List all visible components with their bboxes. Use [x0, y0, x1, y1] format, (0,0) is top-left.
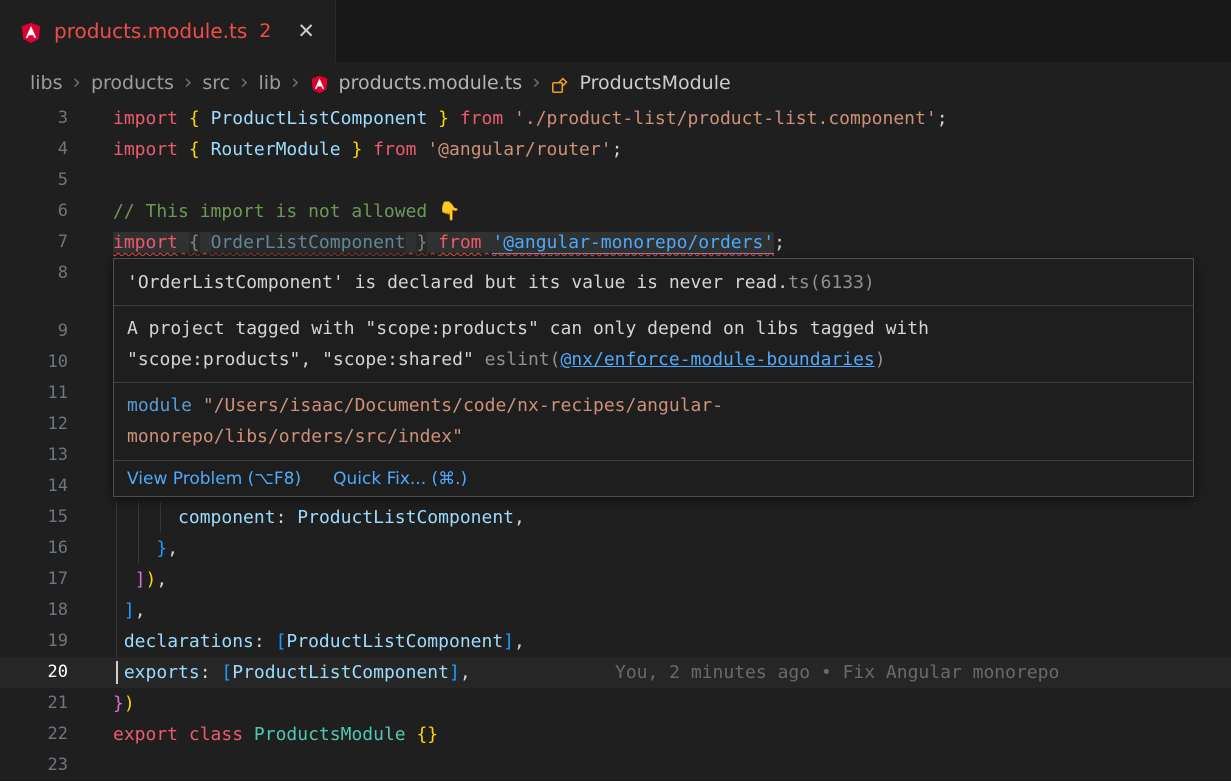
line-number: 13	[0, 440, 68, 471]
code-line-22[interactable]: 22 export class ProductsModule {}	[0, 719, 1231, 750]
breadcrumb-item-products[interactable]: products	[91, 72, 174, 94]
module-path-line2: monorepo/libs/orders/src/index"	[127, 421, 1180, 452]
code-text: export class ProductsModule {}	[113, 719, 438, 750]
line-number: 7	[0, 227, 68, 258]
chevron-right-icon: ›	[291, 72, 299, 93]
breadcrumb-file[interactable]: products.module.ts	[339, 72, 523, 94]
chevron-right-icon: ›	[532, 72, 540, 93]
code-text: import { ProductListComponent } from './…	[113, 103, 948, 134]
editor[interactable]: 'OrderListComponent' is declared but its…	[0, 103, 1231, 780]
tab-title: products.module.ts	[54, 19, 247, 43]
eslint-error-line1: A project tagged with "scope:products" c…	[127, 313, 1180, 344]
line-number: 12	[0, 409, 68, 440]
code-line-3[interactable]: 3 import { ProductListComponent } from '.…	[0, 103, 1231, 134]
ts-error-message: 'OrderListComponent' is declared but its…	[127, 267, 788, 298]
tab-products-module[interactable]: products.module.ts 2 ✕	[0, 0, 336, 62]
hover-module-info-section: module "/Users/isaac/Documents/code/nx-r…	[114, 383, 1193, 461]
code-line-4[interactable]: 4 import { RouterModule } from '@angular/…	[0, 134, 1231, 165]
code-text: declarations: [ProductListComponent],	[113, 626, 525, 657]
code-line-6[interactable]: 6 // This import is not allowed 👇	[0, 196, 1231, 227]
code-line-17[interactable]: 17 ]),	[0, 564, 1231, 595]
code-line-19[interactable]: 19 declarations: [ProductListComponent],	[0, 626, 1231, 657]
hover-eslint-error-section: A project tagged with "scope:products" c…	[114, 306, 1193, 383]
quick-fix-button[interactable]: Quick Fix... (⌘.)	[333, 469, 467, 489]
code-line-5[interactable]: 5	[0, 165, 1231, 196]
line-number: 15	[0, 502, 68, 533]
ts-error-code: ts(6133)	[788, 267, 875, 298]
line-number: 18	[0, 595, 68, 626]
hover-ts-error-section: 'OrderListComponent' is declared but its…	[114, 259, 1193, 306]
line-number: 17	[0, 564, 68, 595]
code-line-20[interactable]: 20 exports: [ProductListComponent], You, …	[0, 657, 1231, 688]
code-text: ]),	[113, 564, 167, 595]
code-line-15[interactable]: 15 component: ProductListComponent,	[0, 502, 1231, 533]
line-number: 22	[0, 719, 68, 750]
breadcrumb: libs › products › src › lib › products.m…	[0, 62, 1231, 103]
line-number: 20	[0, 657, 68, 688]
code-text: },	[113, 533, 178, 564]
line-number: 11	[0, 378, 68, 409]
line-number: 19	[0, 626, 68, 657]
breadcrumb-item-libs[interactable]: libs	[30, 72, 63, 94]
breadcrumb-item-lib[interactable]: lib	[258, 72, 281, 94]
problem-hover-popup: 'OrderListComponent' is declared but its…	[113, 258, 1194, 497]
line-number: 23	[0, 750, 68, 781]
code-text: component: ProductListComponent,	[113, 502, 525, 533]
line-number: 6	[0, 196, 68, 227]
symbol-class-icon	[551, 75, 570, 94]
line-number: 3	[0, 103, 68, 134]
code-line-18[interactable]: 18 ],	[0, 595, 1231, 626]
eslint-error-line2: "scope:products", "scope:shared" eslint(…	[127, 344, 1180, 375]
line-number: 8	[0, 258, 68, 289]
line-number: 9	[0, 316, 68, 347]
code-text: })	[113, 688, 135, 719]
module-keyword: module	[127, 395, 192, 416]
tab-problem-count: 2	[259, 20, 271, 42]
breadcrumb-symbol[interactable]: ProductsModule	[580, 72, 731, 94]
hover-actions-bar: View Problem (⌥F8) Quick Fix... (⌘.)	[114, 461, 1193, 496]
text-cursor	[116, 661, 118, 684]
line-number: 10	[0, 347, 68, 378]
code-text: import { RouterModule } from '@angular/r…	[113, 134, 622, 165]
code-line-16[interactable]: 16 },	[0, 533, 1231, 564]
line-number: 5	[0, 165, 68, 196]
breadcrumb-item-src[interactable]: src	[202, 72, 230, 94]
tab-bar: products.module.ts 2 ✕	[0, 0, 1231, 62]
eslint-source-open: eslint(	[485, 349, 561, 370]
code-text: // This import is not allowed 👇	[113, 196, 461, 227]
module-path-part2: monorepo/libs/orders/src/index"	[127, 426, 463, 447]
view-problem-button[interactable]: View Problem (⌥F8)	[127, 469, 301, 489]
code-line-7[interactable]: 7 import { OrderListComponent } from '@an…	[0, 227, 1231, 258]
angular-file-icon	[310, 75, 329, 94]
chevron-right-icon: ›	[184, 72, 192, 93]
line-number: 4	[0, 134, 68, 165]
eslint-source-close: )	[875, 349, 886, 370]
chevron-right-icon: ›	[240, 72, 248, 93]
line-number: 21	[0, 688, 68, 719]
code-text: ],	[113, 595, 146, 626]
chevron-right-icon: ›	[73, 72, 81, 93]
code-text: exports: [ProductListComponent],	[113, 657, 471, 688]
module-path-line1: module "/Users/isaac/Documents/code/nx-r…	[127, 390, 1180, 421]
code-text: import { OrderListComponent } from '@ang…	[113, 227, 785, 258]
eslint-error-line2-text: "scope:products", "scope:shared"	[127, 349, 485, 370]
vscode-window: products.module.ts 2 ✕ libs › products ›…	[0, 0, 1231, 780]
eslint-rule-link[interactable]: @nx/enforce-module-boundaries	[560, 349, 874, 370]
close-icon[interactable]: ✕	[297, 19, 315, 43]
line-number: 16	[0, 533, 68, 564]
line-number: 14	[0, 471, 68, 502]
git-blame-annotation: You, 2 minutes ago • Fix Angular monorep…	[615, 657, 1059, 688]
angular-icon	[20, 22, 42, 44]
code-line-23[interactable]: 23	[0, 750, 1231, 781]
module-path-part1: "/Users/isaac/Documents/code/nx-recipes/…	[192, 395, 723, 416]
code-line-21[interactable]: 21})	[0, 688, 1231, 719]
